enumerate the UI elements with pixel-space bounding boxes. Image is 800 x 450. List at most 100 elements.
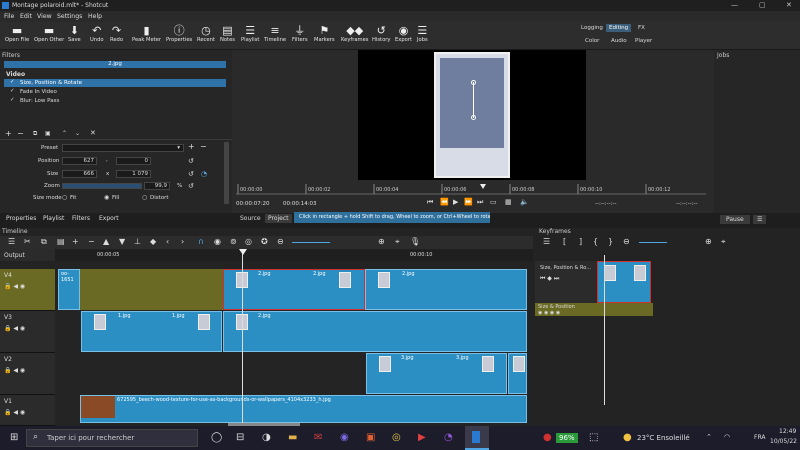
menu-file[interactable]: File [4, 13, 14, 20]
close-button[interactable]: ✕ [786, 1, 792, 9]
radio-fit[interactable]: ○ [62, 194, 67, 201]
tab-export[interactable]: Export [96, 214, 122, 223]
next-keyframe-icon[interactable]: } [608, 237, 613, 246]
loop-icon[interactable]: ▭ [490, 198, 497, 206]
clock-button[interactable]: ◷ Recent [197, 24, 215, 49]
paste-icon[interactable]: ▤ [57, 237, 65, 246]
folder-button[interactable]: ▬ Open Other [34, 24, 64, 49]
tab-filters[interactable]: Filters [69, 214, 93, 223]
clip[interactable]: 2.jpg [365, 269, 527, 310]
keyframe-playhead[interactable] [604, 255, 605, 405]
chrome-icon[interactable]: ◎ [392, 432, 401, 443]
marker-icon[interactable]: ◆ [150, 237, 156, 246]
zoom-fit-icon[interactable]: ⌖ [721, 237, 726, 247]
volume-icon[interactable]: 🔈 [520, 198, 529, 206]
media-icon[interactable]: ▶ [418, 432, 426, 443]
checkbox-icon[interactable]: ✓ [10, 79, 15, 85]
widgets-icon[interactable]: ⊟ [236, 432, 244, 443]
lock-icon[interactable]: ⬚ [589, 432, 598, 443]
track-head-v4[interactable]: V4 🔒 ◀ ◉ [0, 269, 55, 311]
filter-icons[interactable]: ◉ ◉ ◉ ◉ [538, 310, 560, 316]
tab-playlist[interactable]: Playlist [40, 214, 67, 223]
zoom-out-icon[interactable]: ⊖ [277, 237, 284, 246]
filter-button[interactable]: ⏚ Filters [292, 24, 308, 49]
move-up-icon[interactable]: ⌃ [62, 130, 67, 137]
timeline-button[interactable]: ≡ Timeline [264, 24, 286, 49]
snap-icon[interactable]: ∩ [198, 237, 204, 246]
keyframe-filter-row[interactable]: Size & Position ◉ ◉ ◉ ◉ [535, 303, 653, 316]
split-icon[interactable]: ⊥ [134, 237, 141, 246]
mode-fx[interactable]: FX [635, 24, 648, 32]
copy-filter-icon[interactable]: ⧉ [33, 130, 37, 138]
filters-scrollbar[interactable] [224, 142, 229, 204]
keyframes-button[interactable]: ◆◆ Keyframes [341, 24, 369, 49]
track-head-v2[interactable]: V2 🔒 ◀ ◉ [0, 353, 55, 395]
prev-keyframe-icon[interactable]: { [593, 237, 598, 246]
tab-properties[interactable]: Properties [3, 214, 39, 223]
jobs-menu-icon[interactable]: ☰ [753, 215, 767, 224]
track-icons[interactable]: 🔒 ◀ ◉ [4, 367, 25, 374]
clip[interactable]: 672595_beech-wood-texture-for-use-as-bac… [80, 395, 527, 423]
zoom-slider[interactable] [62, 183, 142, 189]
folder-open-button[interactable]: ▬ Open File [5, 24, 29, 49]
remove-icon[interactable]: − [88, 237, 95, 246]
file-explorer-icon[interactable]: ▬ [288, 432, 297, 443]
zoom-slider[interactable] [292, 242, 330, 243]
deselect-icon[interactable]: ✕ [90, 129, 96, 137]
skip-start-icon[interactable]: ⏮ [427, 198, 433, 207]
filter-item[interactable]: ✓ Fade In Video [4, 88, 226, 96]
clip[interactable]: 2.jpg [223, 311, 527, 352]
size-width-field[interactable]: 666 [62, 170, 97, 178]
menu-view[interactable]: View [37, 13, 52, 20]
move-down-icon[interactable]: ⌄ [75, 130, 80, 137]
mode-audio[interactable]: Audio [608, 37, 630, 45]
shotcut-taskbar-button[interactable] [465, 426, 489, 450]
rewind-icon[interactable]: ⏪ [440, 198, 449, 206]
center-point[interactable] [471, 115, 476, 120]
next-marker-icon[interactable]: › [181, 237, 184, 246]
track-icons[interactable]: 🔒 ◀ ◉ [4, 325, 25, 332]
clip[interactable]: 1.jpg 1.jpg [81, 311, 222, 352]
prev-marker-icon[interactable]: ‹ [166, 237, 169, 246]
notes-button[interactable]: ▤ Notes [220, 24, 235, 49]
task-view-icon[interactable]: ◯ [211, 432, 222, 443]
mail-icon[interactable]: ✉ [314, 432, 322, 443]
save-button[interactable]: ⬇ Save [68, 24, 81, 49]
reset-icon[interactable]: ↺ [188, 182, 194, 190]
filter-item[interactable]: ✓ Blur: Low Pass [4, 97, 226, 105]
clock-date[interactable]: 10/05/22 [770, 438, 797, 445]
preset-select[interactable]: ▾ [62, 144, 184, 152]
set-in-icon[interactable]: [ [563, 237, 566, 246]
app-icon[interactable]: ◉ [340, 432, 349, 443]
menu-help[interactable]: Help [88, 13, 102, 20]
mode-player[interactable]: Player [632, 37, 655, 45]
keyframe-param-head[interactable]: Size, Position & Ro... ⏮ ◆ ⏭ [535, 261, 597, 303]
set-out-icon[interactable]: ] [579, 237, 582, 246]
remove-preset-icon[interactable]: − [200, 142, 207, 151]
export-button[interactable]: ◉ Export [395, 24, 412, 49]
current-timecode[interactable]: 00:00:07:20 [236, 201, 270, 207]
menu-edit[interactable]: Edit [20, 13, 32, 20]
windows-start-icon[interactable]: ⊞ [10, 432, 18, 443]
jobs-button[interactable]: ☰ Jobs [417, 24, 428, 49]
language[interactable]: FRA [754, 434, 765, 441]
tab-project[interactable]: Project [265, 214, 292, 223]
polaroid-image[interactable] [434, 52, 510, 178]
menu-settings[interactable]: Settings [57, 13, 82, 20]
lift-icon[interactable]: ▲ [103, 237, 109, 246]
zoom-field[interactable]: 99,9 [144, 182, 170, 190]
clock-time[interactable]: 12:49 [779, 428, 796, 435]
undo-button[interactable]: ↶ Undo [90, 24, 104, 49]
podcast-icon[interactable]: ◔ [444, 432, 453, 443]
edge-icon[interactable]: ◑ [262, 432, 271, 443]
keyframe-nav-icons[interactable]: ⏮ ◆ ⏭ [540, 275, 559, 283]
marker-button[interactable]: ⚑ Markers [314, 24, 335, 49]
forward-icon[interactable]: ⏩ [464, 198, 473, 206]
tray-chevron-icon[interactable]: ⌃ [706, 433, 712, 441]
mode-color[interactable]: Color [582, 37, 602, 45]
add-preset-icon[interactable]: + [188, 142, 195, 151]
weather-text[interactable]: 23°C Ensoleillé [637, 434, 690, 442]
add-filter-icon[interactable]: + [5, 129, 12, 138]
keyframe-icon[interactable]: ◔ [201, 170, 207, 178]
track-head-v3[interactable]: V3 🔒 ◀ ◉ [0, 311, 55, 353]
